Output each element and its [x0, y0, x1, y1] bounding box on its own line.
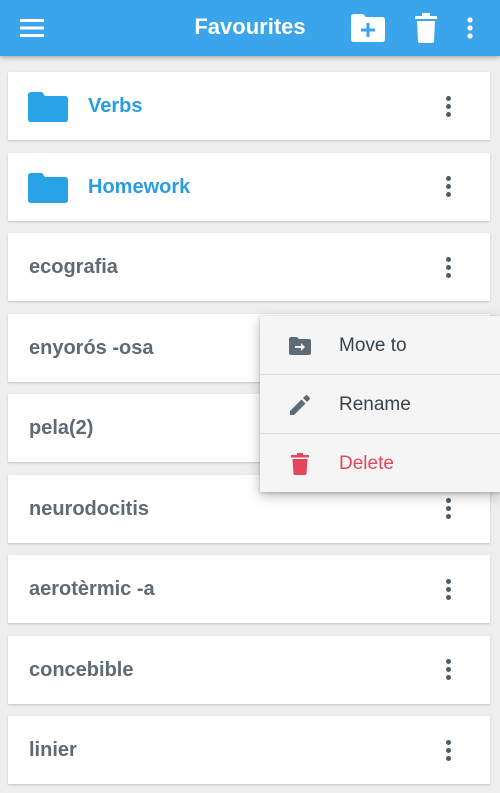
row-more-button[interactable] — [428, 247, 468, 287]
more-vert-icon — [445, 256, 451, 278]
word-label: ecografia — [29, 256, 118, 278]
word-row[interactable]: aerotèrmic -a — [8, 555, 490, 623]
word-label: concebible — [29, 658, 134, 681]
row-more-button[interactable] — [428, 650, 468, 690]
delete-all-button[interactable] — [404, 0, 448, 56]
overflow-menu-button[interactable] — [452, 0, 488, 56]
menu-item-label: Rename — [339, 394, 411, 415]
word-label: aerotèrmic -a — [29, 578, 155, 600]
word-row[interactable]: ecografia — [8, 233, 490, 301]
folder-label: Verbs — [88, 95, 143, 117]
menu-icon — [20, 19, 44, 37]
menu-item-move-to[interactable]: Move to — [260, 316, 500, 375]
folder-label: Homework — [88, 175, 191, 198]
more-vert-icon — [445, 176, 451, 197]
more-vert-icon — [445, 95, 451, 117]
row-more-button[interactable] — [428, 167, 468, 207]
word-label: linier — [29, 739, 77, 761]
pencil-icon — [288, 393, 312, 417]
menu-item-label: Move to — [339, 335, 407, 356]
folder-icon — [28, 92, 68, 122]
folder-row-homework[interactable]: Homework — [8, 152, 490, 221]
menu-item-label: Delete — [339, 453, 394, 474]
more-vert-icon — [445, 578, 451, 600]
more-vert-icon — [445, 739, 451, 761]
more-vert-icon — [467, 17, 473, 39]
move-to-icon — [288, 334, 312, 358]
app-bar: Favourites — [0, 0, 500, 56]
menu-button[interactable] — [8, 0, 56, 56]
new-folder-icon — [351, 14, 385, 42]
word-label: neurodocitis — [29, 497, 150, 520]
new-folder-button[interactable] — [342, 0, 394, 56]
more-vert-icon — [445, 659, 451, 680]
row-more-button[interactable] — [428, 489, 468, 529]
word-row[interactable]: linier — [8, 716, 490, 784]
trash-icon — [415, 13, 437, 43]
row-more-button[interactable] — [428, 569, 468, 609]
row-more-button[interactable] — [428, 730, 468, 770]
context-menu: Move to Rename Delete — [260, 316, 500, 492]
more-vert-icon — [445, 498, 451, 519]
menu-item-rename[interactable]: Rename — [260, 375, 500, 434]
menu-item-delete[interactable]: Delete — [260, 434, 500, 493]
word-row[interactable]: concebible — [8, 635, 490, 704]
row-more-button[interactable] — [428, 86, 468, 126]
folder-icon — [28, 172, 68, 203]
word-label: enyorós -osa — [29, 336, 154, 359]
folder-row-verbs[interactable]: Verbs — [8, 72, 490, 140]
word-label: pela(2) — [29, 417, 94, 439]
trash-icon — [288, 452, 312, 476]
